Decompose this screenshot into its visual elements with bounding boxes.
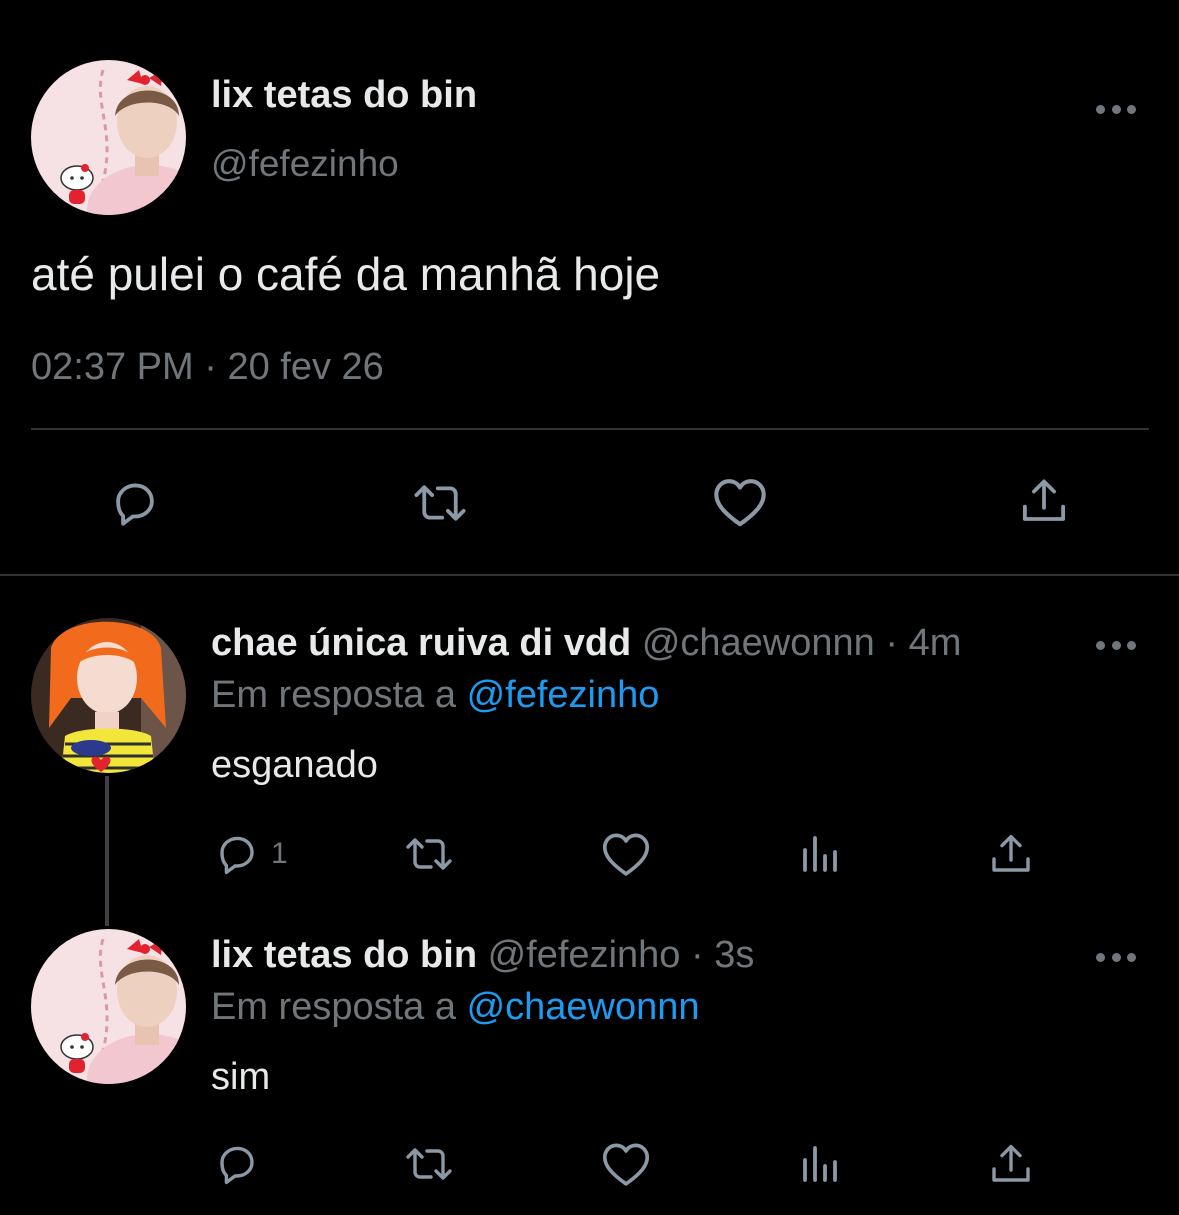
reply-age[interactable]: 4m bbox=[909, 622, 962, 664]
like-button[interactable] bbox=[711, 475, 769, 529]
tweet-detail-page: lix tetas do bin @fefezinho até pulei o … bbox=[0, 0, 1179, 1215]
heart-icon bbox=[602, 1143, 650, 1186]
more-dots-icon bbox=[1096, 640, 1105, 650]
tweet-time: 02:37 PM bbox=[31, 346, 194, 388]
meta-separator: · bbox=[204, 346, 217, 388]
retweet-icon bbox=[414, 485, 466, 521]
mention-link[interactable]: @chaewonnn bbox=[467, 986, 700, 1028]
retweet-button[interactable] bbox=[401, 830, 457, 878]
heart-icon bbox=[602, 833, 650, 876]
mention-link[interactable]: @fefezinho bbox=[467, 674, 660, 716]
meta-separator: · bbox=[690, 934, 704, 976]
meta-separator: · bbox=[885, 622, 898, 664]
more-options-button[interactable] bbox=[1096, 947, 1136, 967]
more-options-button[interactable] bbox=[1096, 635, 1136, 655]
tweet-timestamp[interactable]: 02:37 PM · 20 fev 26 bbox=[31, 346, 384, 389]
more-dots-icon bbox=[1096, 104, 1105, 114]
views-button[interactable] bbox=[796, 830, 844, 878]
more-dots-icon bbox=[1096, 952, 1105, 962]
reply-header: lix tetas do bin @fefezinho · 3s bbox=[211, 934, 754, 977]
reply-text: esganado bbox=[211, 744, 378, 786]
user-handle[interactable]: @chaewonnn bbox=[642, 622, 875, 664]
user-handle[interactable]: @fefezinho bbox=[211, 143, 399, 185]
comment-bubble-icon bbox=[116, 483, 154, 526]
reply-prefix: Em resposta a bbox=[211, 986, 456, 1028]
analytics-bars-icon bbox=[803, 1146, 837, 1182]
tweet-date: 20 fev 26 bbox=[227, 346, 384, 388]
reply-header: chae única ruiva di vdd @chaewonnn · 4m bbox=[211, 622, 961, 665]
thread-connector-line bbox=[105, 776, 109, 926]
replying-to: Em resposta a @chaewonnn bbox=[211, 986, 700, 1029]
heart-icon bbox=[714, 479, 766, 527]
more-options-button[interactable] bbox=[1096, 99, 1136, 119]
share-button[interactable] bbox=[987, 1140, 1035, 1188]
like-button[interactable] bbox=[600, 830, 652, 878]
reply-prefix: Em resposta a bbox=[211, 674, 456, 716]
display-name[interactable]: chae única ruiva di vdd bbox=[211, 622, 631, 664]
display-name[interactable]: lix tetas do bin bbox=[211, 74, 477, 117]
share-upload-icon bbox=[992, 834, 1030, 872]
retweet-icon bbox=[406, 838, 452, 870]
reply-button[interactable]: 1 bbox=[213, 830, 288, 878]
share-button[interactable] bbox=[1017, 474, 1071, 528]
retweet-icon bbox=[406, 1148, 452, 1180]
reply-text: sim bbox=[211, 1056, 271, 1098]
user-handle[interactable]: @fefezinho bbox=[488, 934, 681, 976]
views-button[interactable] bbox=[796, 1140, 844, 1188]
reply-age[interactable]: 3s bbox=[714, 934, 754, 976]
avatar[interactable] bbox=[31, 60, 186, 215]
share-button[interactable] bbox=[987, 830, 1035, 878]
avatar[interactable] bbox=[31, 929, 186, 1084]
replying-to: Em resposta a @fefezinho bbox=[211, 674, 659, 717]
analytics-bars-icon bbox=[803, 836, 837, 872]
reply-count: 1 bbox=[271, 837, 288, 870]
avatar[interactable] bbox=[31, 618, 186, 773]
like-button[interactable] bbox=[600, 1140, 652, 1188]
share-upload-icon bbox=[1022, 479, 1066, 521]
share-upload-icon bbox=[992, 1144, 1030, 1182]
retweet-button[interactable] bbox=[401, 1140, 457, 1188]
display-name[interactable]: lix tetas do bin bbox=[211, 934, 477, 976]
retweet-button[interactable] bbox=[409, 476, 471, 530]
comment-bubble-icon bbox=[220, 1146, 254, 1185]
divider bbox=[31, 428, 1149, 430]
divider bbox=[0, 574, 1179, 576]
reply-button[interactable] bbox=[213, 1140, 271, 1188]
reply-button[interactable] bbox=[108, 476, 162, 530]
comment-bubble-icon bbox=[220, 836, 254, 875]
tweet-text: até pulei o café da manhã hoje bbox=[31, 248, 661, 300]
